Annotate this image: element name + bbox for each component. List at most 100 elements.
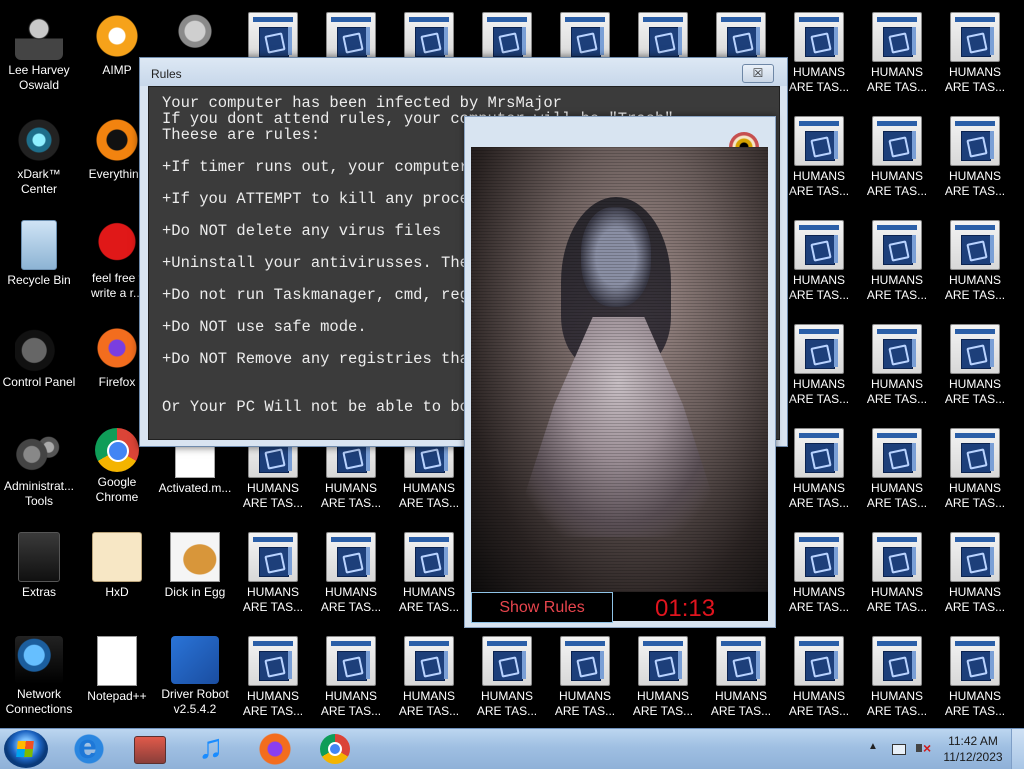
thumbnail-bar xyxy=(366,651,370,679)
window-thumbnail-icon xyxy=(649,651,679,681)
thumbnail-bar xyxy=(834,131,838,159)
humans-are-tasks-icon[interactable]: HUMANS ARE TAS... xyxy=(625,632,701,728)
humans-are-tasks-icon[interactable]: HUMANS ARE TAS... xyxy=(235,528,311,628)
humans-are-tasks-icon[interactable]: HUMANS ARE TAS... xyxy=(859,632,935,728)
lee-harvey-oswald-glyph-icon xyxy=(15,12,63,60)
show-desktop-button[interactable] xyxy=(1011,729,1024,769)
network-connections-icon[interactable]: Network Connections xyxy=(1,632,77,728)
clock[interactable]: 11:42 AM 11/12/2023 xyxy=(938,733,1008,765)
notepad-plus-plus-icon[interactable]: Notepad++ xyxy=(79,632,155,728)
dick-in-egg-glyph-icon xyxy=(170,532,220,582)
control-panel-icon[interactable]: Control Panel xyxy=(1,320,77,420)
scanline-overlay xyxy=(471,147,768,592)
humans-are-tasks-icon[interactable]: HUMANS ARE TAS... xyxy=(781,320,857,420)
tray-expand-icon[interactable]: ▲ xyxy=(868,741,878,752)
window-thumbnail-icon xyxy=(961,131,991,161)
thumbnail-bar xyxy=(288,27,292,55)
extras-icon[interactable]: Extras xyxy=(1,528,77,628)
chrome-taskbar-icon[interactable] xyxy=(320,734,350,764)
humans-are-tasks-glyph-icon xyxy=(326,532,376,582)
humans-are-tasks-icon[interactable]: HUMANS ARE TAS... xyxy=(781,632,857,728)
firefox-taskbar-icon[interactable] xyxy=(258,732,292,766)
humans-are-tasks-glyph-icon xyxy=(794,324,844,374)
network-icon[interactable] xyxy=(890,740,906,756)
thumbnail-bar xyxy=(444,547,448,575)
humans-are-tasks-icon[interactable]: HUMANS ARE TAS... xyxy=(547,632,623,728)
show-rules-button[interactable]: Show Rules xyxy=(471,592,613,623)
humans-are-tasks-icon[interactable]: HUMANS ARE TAS... xyxy=(781,216,857,316)
humans-are-tasks-glyph-icon xyxy=(872,324,922,374)
rules-window-title: Rules xyxy=(151,67,182,81)
thumbnail-bar xyxy=(444,27,448,55)
humans-are-tasks-icon[interactable]: HUMANS ARE TAS... xyxy=(781,8,857,108)
dick-in-egg-icon[interactable]: Dick in Egg xyxy=(157,528,233,628)
desktop-icon-label: HUMANS ARE TAS... xyxy=(788,689,850,718)
file-manager-icon[interactable] xyxy=(134,736,166,764)
lee-harvey-oswald-icon[interactable]: Lee Harvey Oswald xyxy=(1,8,77,108)
desktop-icon-label: HUMANS ARE TAS... xyxy=(476,689,538,718)
window-thumbnail-icon xyxy=(805,339,835,369)
rules-line: +Do NOT delete any virus files xyxy=(162,222,442,240)
humans-are-tasks-icon[interactable]: HUMANS ARE TAS... xyxy=(859,8,935,108)
administrative-tools-icon[interactable]: Administrat... Tools xyxy=(1,424,77,524)
humans-are-tasks-icon[interactable]: HUMANS ARE TAS... xyxy=(859,320,935,420)
humans-are-tasks-icon[interactable]: HUMANS ARE TAS... xyxy=(937,112,1013,212)
recycle-bin-icon[interactable]: Recycle Bin xyxy=(1,216,77,316)
humans-are-tasks-icon[interactable]: HUMANS ARE TAS... xyxy=(859,424,935,524)
humans-are-tasks-icon[interactable]: HUMANS ARE TAS... xyxy=(937,632,1013,728)
virus-image-window[interactable]: Show Rules 01:13 xyxy=(464,116,776,628)
humans-are-tasks-icon[interactable]: HUMANS ARE TAS... xyxy=(313,528,389,628)
humans-are-tasks-icon[interactable]: HUMANS ARE TAS... xyxy=(781,528,857,628)
humans-are-tasks-glyph-icon xyxy=(872,220,922,270)
humans-are-tasks-glyph-icon xyxy=(404,636,454,686)
humans-are-tasks-icon[interactable]: HUMANS ARE TAS... xyxy=(313,632,389,728)
window-thumbnail-icon xyxy=(259,27,289,57)
humans-are-tasks-icon[interactable]: HUMANS ARE TAS... xyxy=(391,632,467,728)
desktop-icon-label: Activated.m... xyxy=(158,481,232,495)
desktop-icon-label: HUMANS ARE TAS... xyxy=(866,65,928,94)
close-button[interactable]: ☒ xyxy=(742,64,774,83)
humans-are-tasks-icon[interactable]: HUMANS ARE TAS... xyxy=(781,112,857,212)
hxd-icon[interactable]: HxD xyxy=(79,528,155,628)
humans-are-tasks-glyph-icon xyxy=(794,116,844,166)
volume-muted-icon[interactable] xyxy=(914,740,932,756)
recycle-bin-glyph-icon xyxy=(21,220,57,270)
desktop-icon-label: HUMANS ARE TAS... xyxy=(320,481,382,510)
window-thumbnail-icon xyxy=(961,27,991,57)
humans-are-tasks-glyph-icon xyxy=(248,12,298,62)
humans-are-tasks-glyph-icon xyxy=(716,12,766,62)
humans-are-tasks-icon[interactable]: HUMANS ARE TAS... xyxy=(391,528,467,628)
humans-are-tasks-icon[interactable]: HUMANS ARE TAS... xyxy=(781,424,857,524)
humans-are-tasks-glyph-icon xyxy=(404,532,454,582)
humans-are-tasks-icon[interactable]: HUMANS ARE TAS... xyxy=(859,216,935,316)
desktop-icon-label: HUMANS ARE TAS... xyxy=(866,585,928,614)
desktop-icon-label: Lee Harvey Oswald xyxy=(8,63,70,92)
humans-are-tasks-icon[interactable]: HUMANS ARE TAS... xyxy=(859,112,935,212)
humans-are-tasks-icon[interactable]: HUMANS ARE TAS... xyxy=(937,216,1013,316)
window-thumbnail-icon xyxy=(883,547,913,577)
humans-are-tasks-icon[interactable]: HUMANS ARE TAS... xyxy=(469,632,545,728)
humans-are-tasks-icon[interactable]: HUMANS ARE TAS... xyxy=(937,320,1013,420)
thumbnail-bar xyxy=(834,443,838,471)
feel-free-to-write-glyph-icon xyxy=(93,220,141,268)
humans-are-tasks-icon[interactable]: HUMANS ARE TAS... xyxy=(859,528,935,628)
thumbnail-bar xyxy=(678,27,682,55)
humans-are-tasks-icon[interactable]: HUMANS ARE TAS... xyxy=(235,632,311,728)
window-thumbnail-icon xyxy=(883,235,913,265)
humans-are-tasks-icon[interactable]: HUMANS ARE TAS... xyxy=(703,632,779,728)
xdark-center-icon[interactable]: xDark™ Center xyxy=(1,112,77,212)
rules-titlebar[interactable]: Rules ☒ xyxy=(140,58,787,86)
music-player-icon[interactable] xyxy=(196,728,230,767)
window-thumbnail-icon xyxy=(649,27,679,57)
window-thumbnail-icon xyxy=(337,27,367,57)
driver-robot-icon[interactable]: Driver Robot v2.5.4.2 xyxy=(157,632,233,728)
start-button[interactable] xyxy=(4,730,48,768)
google-chrome-glyph-icon xyxy=(95,428,139,472)
internet-explorer-icon[interactable] xyxy=(72,728,106,767)
rules-line: Theese are rules: xyxy=(162,126,321,144)
humans-are-tasks-icon[interactable]: HUMANS ARE TAS... xyxy=(937,528,1013,628)
humans-are-tasks-icon[interactable]: HUMANS ARE TAS... xyxy=(937,8,1013,108)
humans-are-tasks-glyph-icon xyxy=(872,12,922,62)
humans-are-tasks-icon[interactable]: HUMANS ARE TAS... xyxy=(937,424,1013,524)
window-thumbnail-icon xyxy=(259,443,289,473)
